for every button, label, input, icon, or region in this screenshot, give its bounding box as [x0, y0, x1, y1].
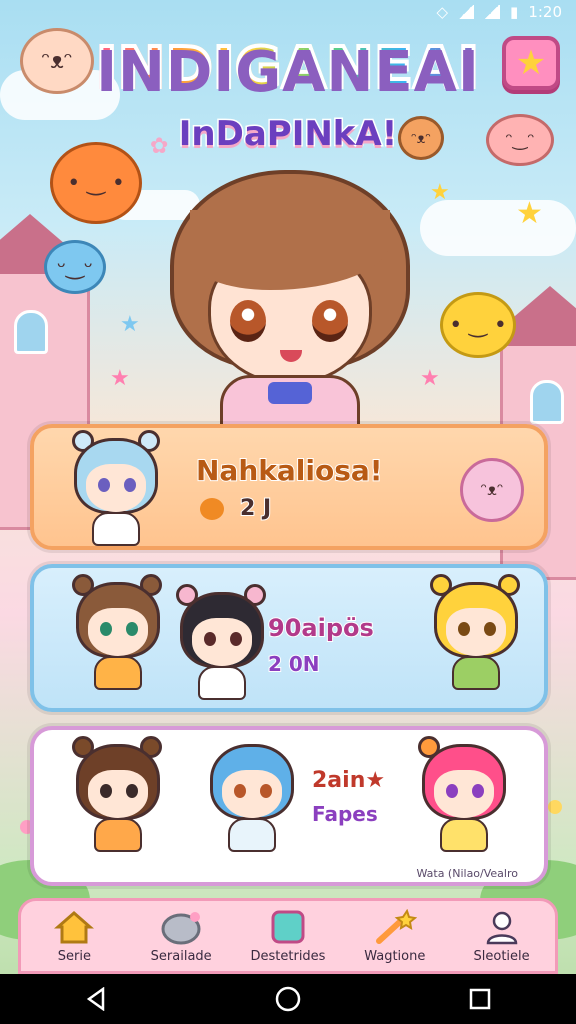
- profile-icon: [480, 909, 524, 945]
- blue-blob-sticker: ᵕ‿ᵕ: [44, 240, 106, 294]
- favorites-button[interactable]: ★: [502, 36, 560, 90]
- nav-item-pets[interactable]: Serailade: [131, 909, 231, 964]
- home-circle-icon: [275, 986, 301, 1012]
- yellow-blob-sticker: • ‿ •: [440, 292, 516, 358]
- status-time: 1:20: [528, 3, 562, 21]
- star-sparkle-icon: ★: [110, 366, 130, 391]
- wand-icon: [373, 908, 417, 945]
- hero-character: [160, 150, 420, 435]
- recents-square-icon: [469, 988, 491, 1010]
- back-triangle-icon: [86, 987, 105, 1011]
- character-name: Nahkaliosa!: [195, 453, 384, 488]
- star-sparkle-icon: ★: [120, 312, 140, 337]
- blue-hair-chibi-avatar: [68, 430, 164, 548]
- blue-hair-boy-chibi-avatar: [204, 744, 300, 854]
- pink-hair-chibi-avatar: [416, 736, 512, 854]
- bottom-nav: Serie Serailade Destetrides Wagtione Sle…: [18, 898, 558, 974]
- nav-item-destinations[interactable]: Destetrides: [238, 909, 338, 964]
- character-card-1[interactable]: Nahkaliosa! 2 J ᵔᴥᵔ: [30, 424, 548, 550]
- blonde-chibi-avatar: [428, 574, 524, 692]
- card-sublabel: 2 0N: [267, 651, 321, 677]
- star-sparkle-icon: ★: [430, 180, 450, 205]
- black-hair-chibi-avatar: [174, 584, 270, 702]
- nav-item-home[interactable]: Serie: [24, 909, 124, 964]
- brown-hair-chibi-avatar: [70, 736, 166, 854]
- nav-item-profile[interactable]: Sleotiele: [452, 909, 552, 964]
- home-icon: [52, 909, 96, 945]
- square-icon: [266, 909, 310, 945]
- orange-blob-sticker: • ‿ •: [50, 142, 142, 224]
- heart-icon: [200, 498, 224, 520]
- brown-bear-chibi-avatar: [70, 574, 166, 692]
- signal-icon-2: [484, 5, 501, 19]
- status-bar: ◇ ▮ 1:20: [0, 0, 576, 24]
- system-navigation-bar: [0, 974, 576, 1024]
- battery-icon: ▮: [510, 3, 519, 21]
- app-subtitle: InDaPINkA!: [177, 113, 398, 156]
- star-sparkle-icon: ★: [420, 366, 440, 391]
- wifi-icon: ◇: [436, 3, 449, 21]
- recents-button[interactable]: [460, 979, 500, 1019]
- back-button[interactable]: [76, 979, 116, 1019]
- bunny-pet-icon: ᵔᴥᵔ: [460, 458, 524, 522]
- star-sparkle-icon: ★: [516, 196, 543, 231]
- card-label: 2ain★: [311, 767, 386, 794]
- character-stat: 2 J: [239, 495, 272, 522]
- signal-icon: [458, 5, 475, 19]
- nav-item-magic[interactable]: Wagtione: [345, 908, 445, 964]
- pet-icon: [159, 909, 203, 945]
- card-footer: Wata (Nilao/Vealro: [416, 867, 518, 880]
- card-sublabel: Fapes: [311, 801, 379, 827]
- star-icon: ★: [515, 43, 547, 83]
- card-label: 90aipös: [267, 613, 375, 643]
- character-card-2[interactable]: 90aipös 2 0N: [30, 564, 548, 712]
- character-card-3[interactable]: 2ain★ Fapes Wata (Nilao/Vealro: [30, 726, 548, 886]
- home-button[interactable]: [268, 979, 308, 1019]
- app-title: INDIGANEAI: [94, 34, 481, 103]
